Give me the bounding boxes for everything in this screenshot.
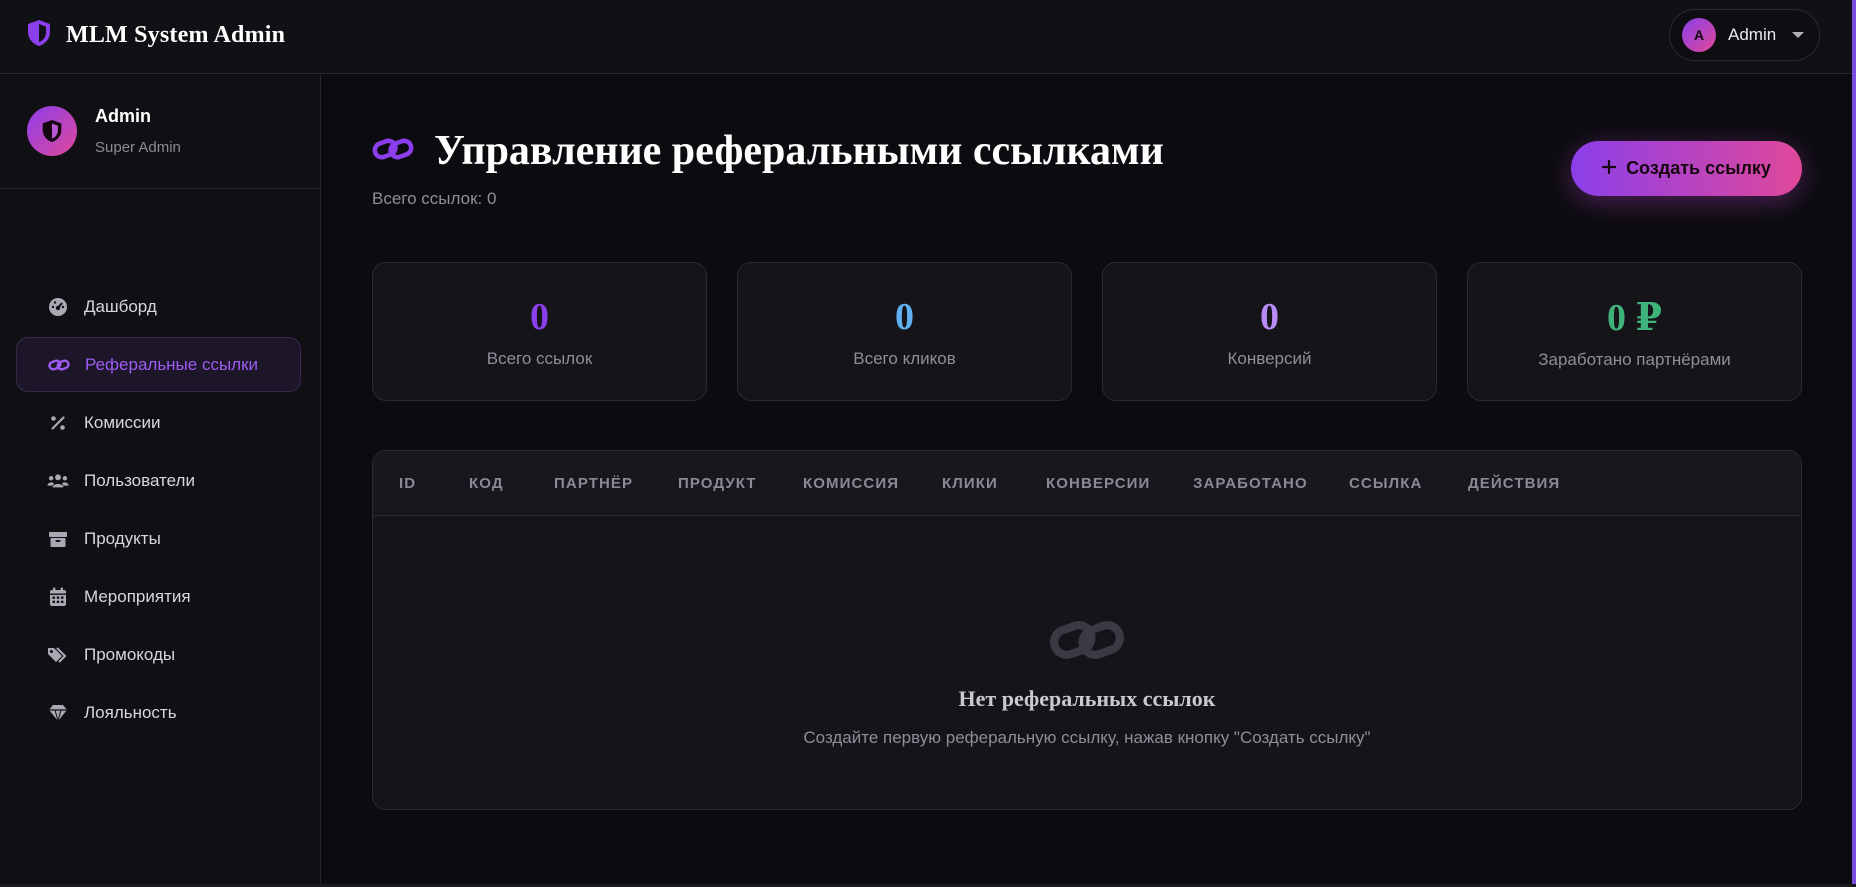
column-header-product[interactable]: ПРОДУКТ bbox=[678, 451, 757, 516]
stat-label: Заработано партнёрами bbox=[1538, 349, 1731, 369]
stat-value: 0 ₽ bbox=[1607, 296, 1662, 339]
stat-value: 0 bbox=[530, 295, 549, 338]
tags-icon bbox=[47, 644, 69, 666]
column-header-earned[interactable]: ЗАРАБОТАНО bbox=[1193, 451, 1308, 516]
page-title: Управление реферальными ссылками bbox=[434, 128, 1164, 174]
column-header-actions[interactable]: ДЕЙСТВИЯ bbox=[1468, 451, 1560, 516]
sidebar-item-promocodes[interactable]: Промокоды bbox=[16, 627, 301, 682]
percent-icon bbox=[47, 412, 69, 434]
empty-state: Нет реферальных ссылок Создайте первую р… bbox=[373, 611, 1801, 748]
column-header-code[interactable]: КОД bbox=[469, 451, 504, 516]
plus-icon bbox=[1601, 158, 1617, 179]
gem-icon bbox=[47, 702, 69, 724]
page-header: Управление реферальными ссылками Всего с… bbox=[372, 127, 1164, 209]
column-header-clicks[interactable]: КЛИКИ bbox=[942, 451, 998, 516]
links-count: Всего ссылок: 0 bbox=[372, 189, 497, 208]
column-header-commission[interactable]: КОМИССИЯ bbox=[803, 451, 899, 516]
sidebar-item-loyalty[interactable]: Лояльность bbox=[16, 685, 301, 740]
sidebar-item-products[interactable]: Продукты bbox=[16, 511, 301, 566]
table-header: ID КОД ПАРТНЁР ПРОДУКТ КОМИССИЯ КЛИКИ КО… bbox=[373, 451, 1801, 516]
column-header-conversions[interactable]: КОНВЕРСИИ bbox=[1046, 451, 1150, 516]
referral-links-table: ID КОД ПАРТНЁР ПРОДУКТ КОМИССИЯ КЛИКИ КО… bbox=[372, 450, 1802, 810]
sidebar-item-label: Дашборд bbox=[84, 296, 157, 316]
sidebar-profile: Admin Super Admin bbox=[27, 106, 181, 156]
sidebar-item-commissions[interactable]: Комиссии bbox=[16, 395, 301, 450]
sidebar-item-events[interactable]: Мероприятия bbox=[16, 569, 301, 624]
profile-role: Super Admin bbox=[95, 139, 181, 156]
sidebar-item-label: Лояльность bbox=[84, 702, 177, 722]
empty-state-title: Нет реферальных ссылок bbox=[958, 686, 1216, 711]
users-icon bbox=[47, 470, 69, 492]
sidebar-item-dashboard[interactable]: Дашборд bbox=[16, 279, 301, 334]
profile-name: Admin bbox=[95, 106, 151, 126]
stat-card-conversions: 0 Конверсий bbox=[1102, 262, 1437, 401]
link-icon bbox=[48, 354, 70, 376]
sidebar-item-label: Пользователи bbox=[84, 470, 195, 490]
create-link-label: Создать ссылку bbox=[1626, 158, 1771, 178]
box-icon bbox=[47, 528, 69, 550]
link-icon bbox=[1049, 611, 1125, 674]
empty-state-text: Создайте первую реферальную ссылку, нажа… bbox=[803, 728, 1371, 747]
calendar-icon bbox=[47, 586, 69, 608]
column-header-partner[interactable]: ПАРТНЁР bbox=[554, 451, 633, 516]
column-header-link[interactable]: ССЫЛКА bbox=[1349, 451, 1422, 516]
stat-card-partner-earnings: 0 ₽ Заработано партнёрами bbox=[1467, 262, 1802, 401]
top-bar: MLM System Admin A Admin bbox=[0, 0, 1856, 74]
stat-label: Всего кликов bbox=[853, 348, 956, 368]
user-name: Admin bbox=[1728, 25, 1777, 44]
stat-card-total-clicks: 0 Всего кликов bbox=[737, 262, 1072, 401]
shield-icon bbox=[27, 106, 77, 156]
avatar: A bbox=[1682, 18, 1716, 52]
divider bbox=[0, 188, 321, 189]
sidebar-item-users[interactable]: Пользователи bbox=[16, 453, 301, 508]
sidebar-item-label: Продукты bbox=[84, 528, 161, 548]
chevron-down-icon bbox=[1792, 32, 1805, 38]
sidebar-item-label: Промокоды bbox=[84, 644, 176, 664]
scrollbar[interactable] bbox=[1852, 0, 1856, 887]
create-link-button[interactable]: Создать ссылку bbox=[1571, 141, 1802, 196]
gauge-icon bbox=[47, 296, 69, 318]
app-title: MLM System Admin bbox=[66, 22, 286, 48]
stat-label: Всего ссылок bbox=[486, 348, 593, 368]
stat-card-total-links: 0 Всего ссылок bbox=[372, 262, 707, 401]
sidebar-item-label: Комиссии bbox=[84, 412, 161, 432]
main-content: Управление реферальными ссылками Всего с… bbox=[322, 75, 1856, 887]
stat-label: Конверсий bbox=[1227, 348, 1312, 368]
sidebar-item-referral-links[interactable]: Реферальные ссылки bbox=[16, 337, 301, 392]
stat-value: 0 bbox=[895, 295, 914, 338]
sidebar: Admin Super Admin Дашборд Реферальные сс… bbox=[0, 75, 321, 887]
sidebar-item-label: Реферальные ссылки bbox=[85, 354, 259, 374]
sidebar-item-label: Мероприятия bbox=[84, 586, 191, 606]
stat-value: 0 bbox=[1260, 295, 1279, 338]
sidebar-nav: Дашборд Реферальные ссылки Комиссии Поль… bbox=[16, 279, 301, 743]
link-icon bbox=[372, 133, 414, 170]
column-header-id[interactable]: ID bbox=[399, 451, 416, 516]
shield-icon bbox=[26, 19, 52, 52]
user-menu-button[interactable]: A Admin bbox=[1669, 9, 1820, 61]
stats-row: 0 Всего ссылок 0 Всего кликов 0 Конверси… bbox=[372, 262, 1802, 401]
brand[interactable]: MLM System Admin bbox=[26, 19, 285, 52]
